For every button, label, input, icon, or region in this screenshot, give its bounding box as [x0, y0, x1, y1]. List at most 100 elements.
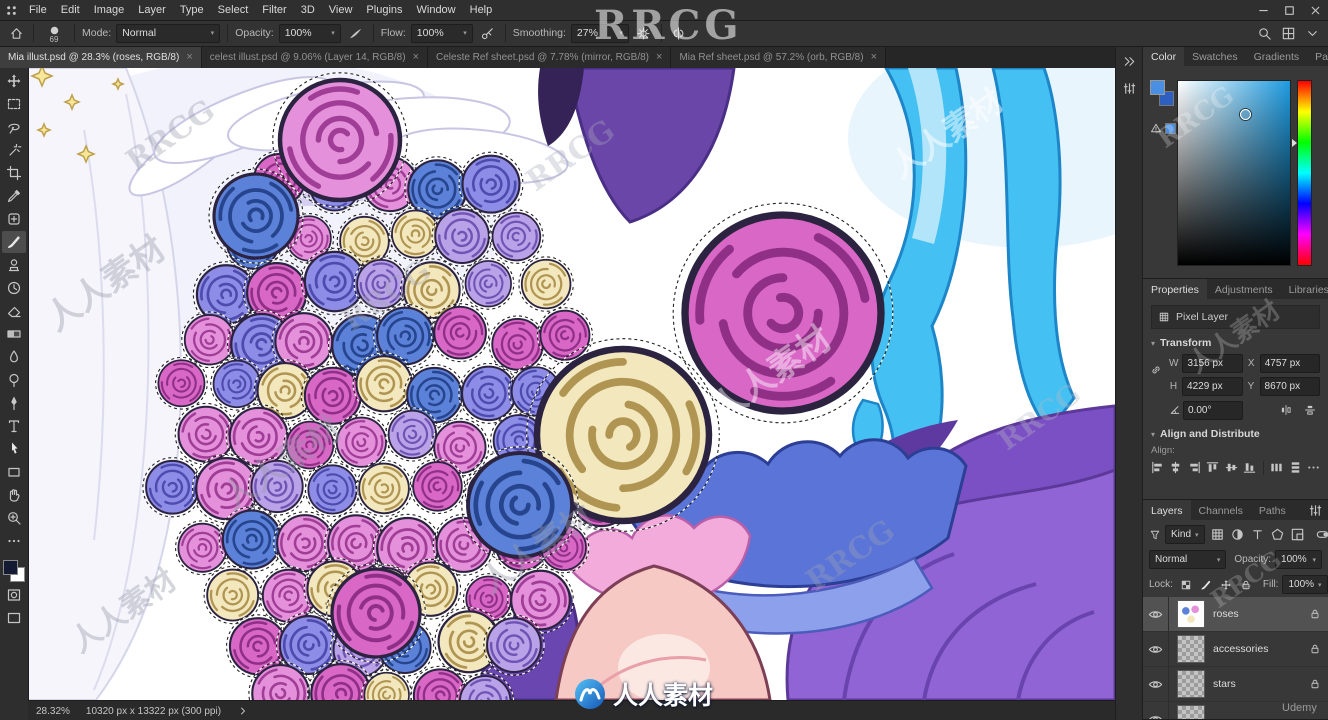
menu-file[interactable]: File — [22, 0, 54, 20]
shape-tool[interactable] — [2, 461, 26, 483]
menu-view[interactable]: View — [322, 0, 360, 20]
smoothing-select[interactable]: 27% ▾ — [570, 23, 629, 43]
distribute-vertical-icon[interactable] — [1287, 459, 1303, 476]
layer-visibility-eye-icon[interactable] — [1143, 632, 1169, 666]
type-tool[interactable] — [2, 415, 26, 437]
more-options-icon[interactable] — [1305, 459, 1321, 476]
align-bottom-icon[interactable] — [1241, 459, 1257, 476]
foreground-background-swatches[interactable] — [2, 559, 26, 583]
eraser-tool[interactable] — [2, 300, 26, 322]
width-field[interactable]: 3156 px — [1182, 354, 1243, 373]
foreground-color-swatch[interactable] — [3, 560, 18, 575]
menu-edit[interactable]: Edit — [54, 0, 87, 20]
menu-plugins[interactable]: Plugins — [359, 0, 409, 20]
transform-section-header[interactable]: ▾ Transform — [1143, 331, 1328, 352]
layer-name[interactable]: accessories — [1213, 643, 1268, 655]
align-top-icon[interactable] — [1204, 459, 1220, 476]
home-icon[interactable] — [6, 23, 26, 43]
collapse-panels-icon[interactable] — [1122, 54, 1137, 69]
menu-3d[interactable]: 3D — [294, 0, 322, 20]
layer-thumbnail[interactable] — [1177, 670, 1205, 698]
color-tab-color[interactable]: Color — [1143, 46, 1185, 66]
properties-tab-adjustments[interactable]: Adjustments — [1207, 279, 1281, 299]
paint-symmetry-icon[interactable] — [669, 23, 689, 43]
menu-help[interactable]: Help — [463, 0, 500, 20]
layers-tab-paths[interactable]: Paths — [1251, 500, 1294, 520]
window-maximize-icon[interactable] — [1276, 0, 1302, 20]
align-right-icon[interactable] — [1186, 459, 1202, 476]
brush-tool[interactable] — [2, 231, 26, 253]
workspace-icon[interactable] — [1278, 23, 1298, 43]
properties-tab-libraries[interactable]: Libraries — [1281, 279, 1328, 299]
layers-tab-channels[interactable]: Channels — [1191, 500, 1251, 520]
crop-tool[interactable] — [2, 162, 26, 184]
color-tab-patterns[interactable]: Patterns — [1307, 46, 1328, 66]
quick-selection-tool[interactable] — [2, 139, 26, 161]
status-chevron-icon[interactable] — [237, 705, 249, 717]
zoom-tool[interactable] — [2, 507, 26, 529]
layer-thumbnail[interactable] — [1177, 600, 1205, 628]
close-tab-icon[interactable]: × — [186, 51, 192, 63]
eyedropper-tool[interactable] — [2, 185, 26, 207]
flip-horizontal-icon[interactable] — [1276, 400, 1296, 420]
window-minimize-icon[interactable] — [1250, 0, 1276, 20]
layer-row-roses[interactable]: roses — [1143, 597, 1328, 632]
gamut-warning-icon[interactable] — [1150, 122, 1162, 134]
align-section-header[interactable]: ▾ Align and Distribute — [1143, 422, 1328, 443]
close-tab-icon[interactable]: × — [413, 51, 419, 63]
opacity-select[interactable]: 100% ▾ — [278, 23, 341, 43]
quick-mask-icon[interactable] — [2, 584, 26, 606]
height-field[interactable]: 4229 px — [1182, 377, 1243, 396]
blur-tool[interactable] — [2, 346, 26, 368]
blend-mode-select[interactable]: Normal ▾ — [116, 23, 221, 43]
flip-vertical-icon[interactable] — [1300, 400, 1320, 420]
link-dimensions-icon[interactable] — [1150, 364, 1162, 376]
layer-visibility-eye-icon[interactable] — [1143, 667, 1169, 701]
pen-pressure-opacity-icon[interactable] — [346, 23, 366, 43]
layers-tab-layers[interactable]: Layers — [1143, 500, 1191, 520]
layer-fill-select[interactable]: 100% ▾ — [1282, 575, 1328, 594]
clone-stamp-tool[interactable] — [2, 254, 26, 276]
history-brush-tool[interactable] — [2, 277, 26, 299]
rotation-field[interactable]: 0.00° — [1183, 400, 1243, 420]
document-tab-4[interactable]: Mia Ref sheet.psd @ 57.2% (orb, RGB/8) × — [671, 46, 887, 68]
saturation-brightness-field[interactable] — [1177, 80, 1291, 266]
properties-tab-properties[interactable]: Properties — [1143, 279, 1207, 299]
align-left-icon[interactable] — [1149, 459, 1165, 476]
flow-select[interactable]: 100% ▾ — [410, 23, 473, 43]
align-center-vertical-icon[interactable] — [1223, 459, 1239, 476]
align-center-horizontal-icon[interactable] — [1167, 459, 1183, 476]
menu-layer[interactable]: Layer — [131, 0, 173, 20]
hand-tool[interactable] — [2, 484, 26, 506]
brush-preset-picker[interactable]: 69 — [41, 23, 67, 44]
hue-slider[interactable] — [1292, 80, 1312, 266]
layer-visibility-eye-icon[interactable] — [1143, 702, 1169, 719]
path-selection-tool[interactable] — [2, 438, 26, 460]
layer-blend-mode-select[interactable]: Normal ▾ — [1149, 550, 1227, 569]
document-tab-2[interactable]: celest illust.psd @ 9.06% (Layer 14, RGB… — [201, 46, 428, 68]
layer-thumbnail[interactable] — [1177, 635, 1205, 663]
panel-options-icon[interactable] — [1122, 81, 1137, 96]
layer-opacity-select[interactable]: 100% ▾ — [1275, 550, 1322, 569]
panel-menu-icon[interactable] — [1303, 500, 1328, 520]
layer-visibility-eye-icon[interactable] — [1143, 597, 1169, 631]
chevron-down-icon[interactable] — [1302, 23, 1322, 43]
pen-tool[interactable] — [2, 392, 26, 414]
healing-brush-tool[interactable] — [2, 208, 26, 230]
color-tab-gradients[interactable]: Gradients — [1246, 46, 1308, 66]
layer-thumbnail[interactable] — [1177, 705, 1205, 719]
lock-all-icon[interactable] — [1237, 576, 1255, 594]
close-tab-icon[interactable]: × — [656, 51, 662, 63]
marquee-tool[interactable] — [2, 93, 26, 115]
gradient-tool[interactable] — [2, 323, 26, 345]
x-position-field[interactable]: 4757 px — [1259, 354, 1320, 373]
lock-transparent-icon[interactable] — [1177, 576, 1195, 594]
search-icon[interactable] — [1254, 23, 1274, 43]
lock-pixels-icon[interactable] — [1197, 576, 1215, 594]
layer-row[interactable] — [1143, 702, 1328, 719]
layer-filter-kind-select[interactable]: Kind ▾ — [1165, 525, 1205, 544]
foreground-background-chips[interactable] — [1150, 80, 1174, 106]
dodge-tool[interactable] — [2, 369, 26, 391]
menu-select[interactable]: Select — [211, 0, 256, 20]
filter-adjustment-layers-icon[interactable] — [1229, 526, 1247, 544]
